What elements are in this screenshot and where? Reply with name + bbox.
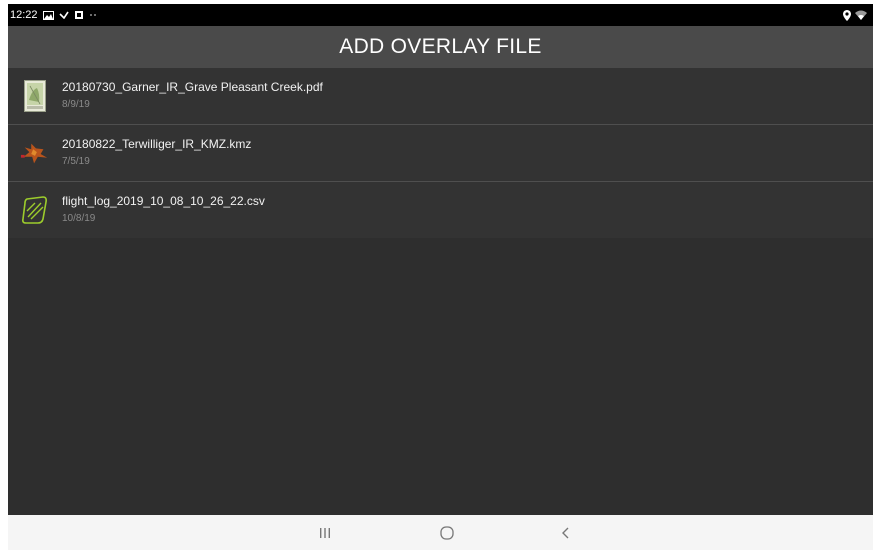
file-name: 20180822_Terwilliger_IR_KMZ.kmz xyxy=(62,137,252,151)
status-right xyxy=(843,4,867,26)
file-row-pdf[interactable]: 20180730_Garner_IR_Grave Pleasant Creek.… xyxy=(8,68,873,125)
gallery-icon xyxy=(42,10,54,20)
status-left: 12:22 xyxy=(8,9,97,21)
file-text: 20180822_Terwilliger_IR_KMZ.kmz 7/5/19 xyxy=(62,137,251,169)
device-screen: 12:22 ADD OVERLAY FILE 20180730_Garner_I… xyxy=(8,4,873,550)
check-icon xyxy=(58,11,69,19)
recent-apps-icon[interactable] xyxy=(305,515,345,550)
home-icon[interactable] xyxy=(427,515,467,550)
file-list: 20180730_Garner_IR_Grave Pleasant Creek.… xyxy=(8,68,873,238)
file-date: 7/5/19 xyxy=(62,156,90,167)
kmz-overlay-icon xyxy=(20,135,50,171)
photo-icon xyxy=(74,10,84,20)
file-row-kmz[interactable]: 20180822_Terwilliger_IR_KMZ.kmz 7/5/19 xyxy=(8,125,873,182)
file-date: 10/8/19 xyxy=(62,213,96,224)
file-text: 20180730_Garner_IR_Grave Pleasant Creek.… xyxy=(62,80,323,112)
app-bar: ADD OVERLAY FILE xyxy=(8,26,873,68)
navigation-bar xyxy=(8,515,873,550)
file-date: 8/9/19 xyxy=(62,99,90,110)
status-time: 12:22 xyxy=(10,9,38,21)
file-row-csv[interactable]: flight_log_2019_10_08_10_26_22.csv 10/8/… xyxy=(8,182,873,238)
pdf-map-thumbnail-icon xyxy=(20,78,50,114)
more-dots-icon xyxy=(89,13,97,17)
back-icon[interactable] xyxy=(546,515,586,550)
file-name: 20180730_Garner_IR_Grave Pleasant Creek.… xyxy=(62,80,323,94)
file-text: flight_log_2019_10_08_10_26_22.csv 10/8/… xyxy=(62,194,265,226)
status-bar: 12:22 xyxy=(8,4,873,26)
file-name: flight_log_2019_10_08_10_26_22.csv xyxy=(62,194,265,208)
location-icon xyxy=(843,9,851,21)
page-title: ADD OVERLAY FILE xyxy=(339,35,542,58)
flight-log-icon xyxy=(20,192,50,228)
wifi-icon xyxy=(855,10,867,20)
